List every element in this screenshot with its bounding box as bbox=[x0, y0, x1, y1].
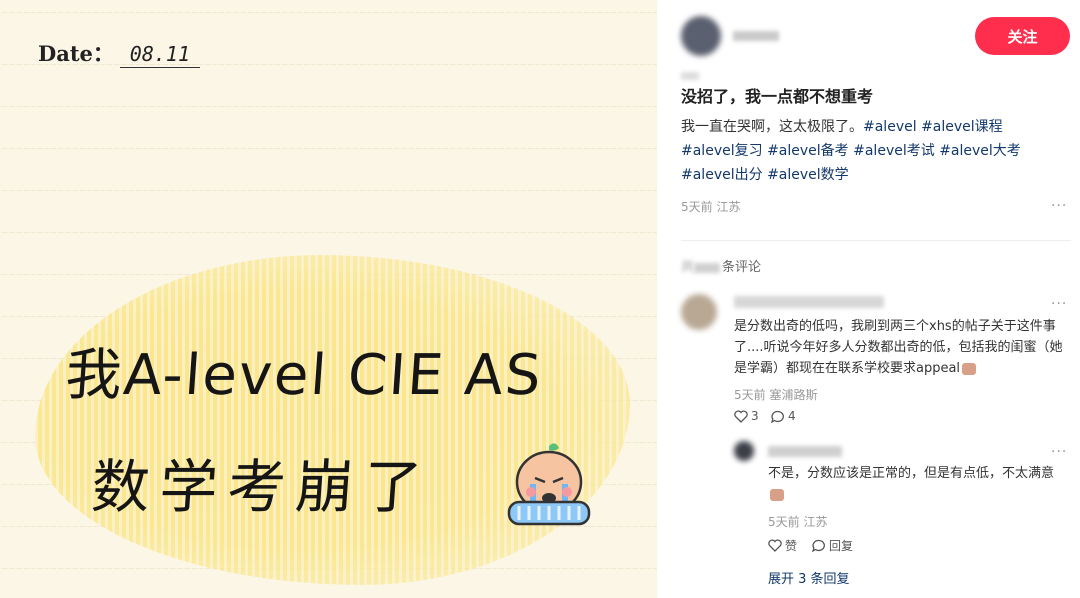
reply-like-button[interactable]: 赞 bbox=[768, 537, 797, 554]
commenter-name-blurred[interactable] bbox=[734, 296, 884, 308]
post-body: 我一直在哭啊，这太极限了。#alevel #alevel课程 #alevel复习… bbox=[681, 115, 1061, 187]
sticker-icon bbox=[770, 488, 784, 501]
heart-icon bbox=[768, 539, 782, 552]
comment-text: 是分数出奇的低吗，我刷到两三个xhs的帖子关于这件事了....听说今年好多人分数… bbox=[734, 316, 1069, 379]
tag-link[interactable]: #alevel考试 bbox=[853, 143, 935, 159]
reply-button[interactable]: 4 bbox=[771, 409, 796, 423]
date-label: Date： bbox=[38, 41, 114, 66]
comment-count-prefix: 共 bbox=[681, 260, 695, 275]
comment-time: 5天前 bbox=[734, 388, 766, 402]
date-row: Date： 08.11 bbox=[38, 38, 200, 68]
sticker-icon bbox=[962, 362, 977, 375]
comment-count: 共 条评论 bbox=[681, 256, 761, 275]
replier-avatar[interactable] bbox=[734, 441, 754, 461]
date-value: 08.11 bbox=[119, 42, 200, 68]
post-location: 江苏 bbox=[716, 200, 741, 214]
tag-link[interactable]: #alevel课程 bbox=[921, 119, 1003, 135]
more-options-icon[interactable]: ··· bbox=[1051, 198, 1067, 214]
reply-time: 5天前 bbox=[768, 515, 800, 529]
tag-link[interactable]: #alevel出分 bbox=[681, 167, 763, 183]
tag-link[interactable]: #alevel bbox=[863, 119, 917, 135]
follow-button[interactable]: 关注 bbox=[975, 17, 1070, 55]
heart-icon bbox=[734, 409, 748, 423]
handwriting-line-1: 我A-level CIE AS bbox=[63, 343, 545, 408]
handwriting-line-2: 数学考崩了 bbox=[89, 453, 435, 521]
reply-text-content: 不是，分数应该是正常的，但是有点低，不太满意 bbox=[768, 466, 1055, 481]
tag-link[interactable]: #alevel大考 bbox=[939, 143, 1021, 159]
reply-count: 4 bbox=[788, 409, 796, 423]
reply-location: 江苏 bbox=[803, 515, 828, 529]
post-image[interactable]: Date： 08.11 我A-level CIE AS 数学考崩了 bbox=[0, 0, 657, 598]
divider bbox=[681, 240, 1071, 241]
highlight-blob bbox=[35, 255, 630, 585]
reply-more-icon[interactable]: ··· bbox=[1051, 444, 1067, 460]
reply-like-label: 赞 bbox=[785, 539, 798, 553]
post-note-blurred bbox=[681, 72, 699, 80]
count-number-blurred bbox=[694, 262, 721, 273]
comment-count-label: 条评论 bbox=[722, 260, 762, 275]
expand-replies-link[interactable]: 展开 3 条回复 bbox=[768, 568, 850, 587]
post-time: 5天前 bbox=[681, 200, 713, 214]
author-name-blurred[interactable] bbox=[733, 31, 779, 41]
reply-meta: 5天前 江苏 bbox=[768, 513, 827, 530]
reply-reply-button[interactable]: 回复 bbox=[812, 537, 853, 554]
comment-meta: 5天前 塞浦路斯 bbox=[734, 386, 817, 403]
author-avatar[interactable] bbox=[681, 16, 721, 56]
commenter-avatar[interactable] bbox=[681, 294, 717, 330]
post-title: 没招了，我一点都不想重考 bbox=[681, 87, 874, 106]
comment-location: 塞浦路斯 bbox=[769, 388, 818, 402]
comment-bubble-icon bbox=[771, 410, 784, 423]
post-panel: 关注 没招了，我一点都不想重考 我一直在哭啊，这太极限了。#alevel #al… bbox=[657, 0, 1080, 598]
replier-name-blurred[interactable] bbox=[768, 446, 842, 457]
tag-link[interactable]: #alevel备考 bbox=[767, 143, 849, 159]
comment-more-icon[interactable]: ··· bbox=[1051, 296, 1067, 312]
post-meta: 5天前 江苏 bbox=[681, 198, 740, 215]
crying-emoji-icon bbox=[507, 443, 591, 526]
tag-link[interactable]: #alevel复习 bbox=[681, 143, 763, 159]
tag-link[interactable]: #alevel数学 bbox=[767, 167, 849, 183]
like-button[interactable]: 3 bbox=[734, 409, 759, 423]
post-body-text: 我一直在哭啊，这太极限了。 bbox=[681, 119, 863, 135]
reply-reply-label: 回复 bbox=[829, 539, 854, 553]
comment-text-content: 是分数出奇的低吗，我刷到两三个xhs的帖子关于这件事了....听说今年好多人分数… bbox=[734, 319, 1063, 376]
like-count: 3 bbox=[751, 409, 759, 423]
comment-bubble-icon bbox=[812, 539, 825, 552]
reply-text: 不是，分数应该是正常的，但是有点低，不太满意 bbox=[768, 463, 1068, 505]
